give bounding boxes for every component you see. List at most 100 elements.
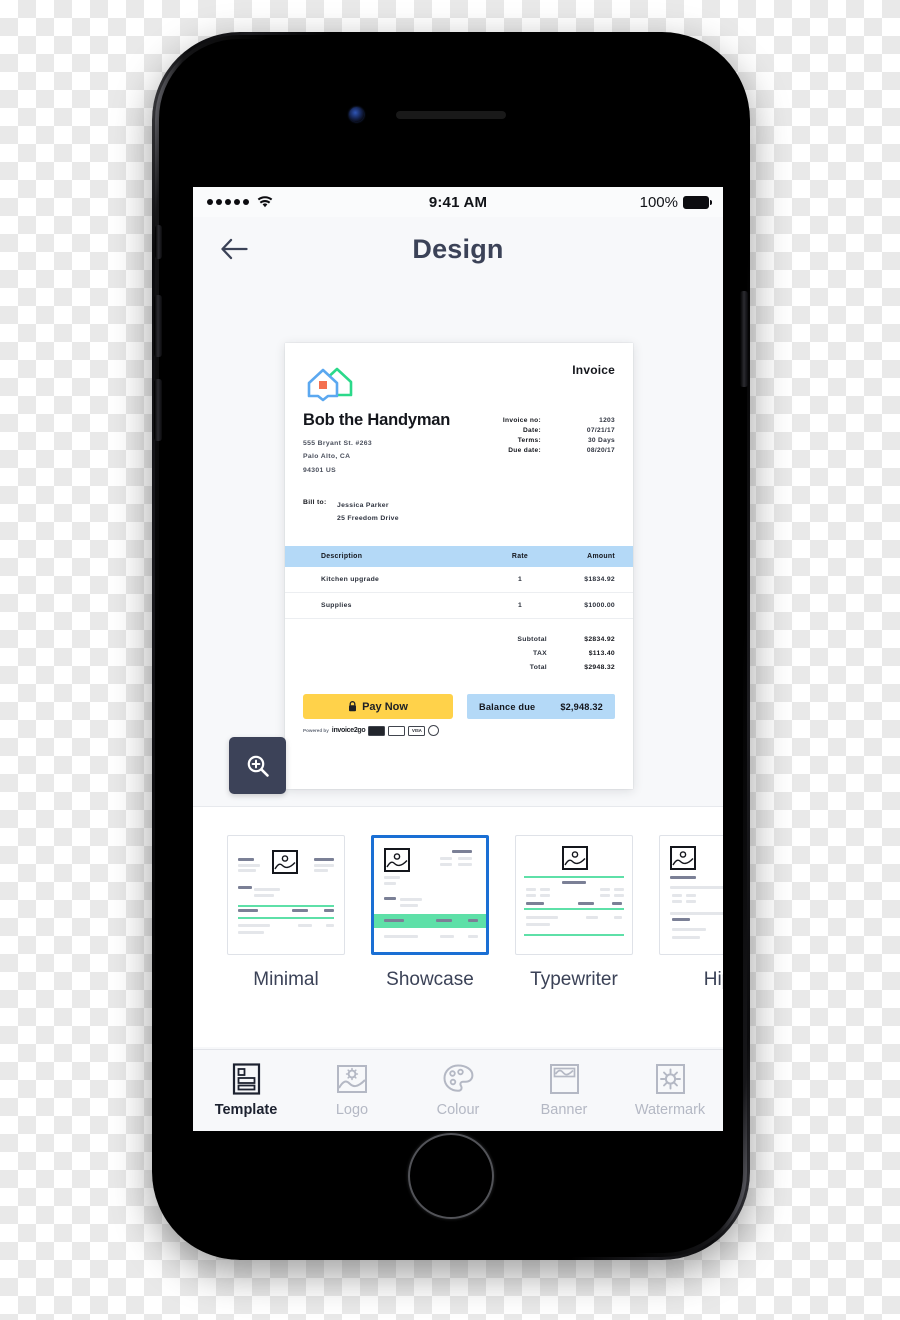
- tab-logo[interactable]: Logo: [299, 1063, 405, 1118]
- placeholder-line: [670, 876, 696, 879]
- screenshot-stage: 9:41 AM 100% Design Invoice Bob the Hand…: [0, 0, 900, 1320]
- placeholder-line: [324, 909, 334, 912]
- power-button[interactable]: [740, 291, 748, 387]
- totals-key: Total: [529, 663, 547, 671]
- status-bar: 9:41 AM 100%: [193, 187, 723, 217]
- placeholder-line: [672, 936, 700, 939]
- invoice-meta-row: Due date: 08/20/17: [503, 446, 615, 456]
- totals-value: $2948.32: [584, 663, 615, 671]
- placeholder-line: [400, 904, 418, 907]
- placeholder-line: [292, 909, 308, 912]
- placeholder-line: [612, 902, 622, 905]
- bill-to-name: Jessica Parker: [337, 501, 389, 509]
- invoice-preview-card[interactable]: Invoice Bob the Handyman 555 Bryant St. …: [285, 343, 633, 789]
- zoom-preview-button[interactable]: [229, 737, 286, 794]
- invoice-meta-row: Invoice no: 1203: [503, 415, 615, 425]
- invoice-meta-row: Date: 07/21/17: [503, 425, 615, 435]
- tab-label-template: Template: [214, 1102, 278, 1118]
- battery-percent: 100%: [639, 193, 678, 211]
- placeholder-line: [384, 876, 400, 879]
- accent-rule: [238, 917, 334, 919]
- volume-down-button[interactable]: [154, 379, 162, 441]
- totals-key: Subtotal: [517, 636, 547, 644]
- discover-card-icon: [388, 725, 406, 736]
- tab-watermark[interactable]: Watermark: [617, 1063, 723, 1118]
- placeholder-line: [672, 900, 682, 903]
- invoice-bill-to: Bill to: Jessica Parker 25 Freedom Drive: [303, 499, 615, 526]
- tab-banner[interactable]: Banner: [511, 1063, 617, 1118]
- template-item-minimal[interactable]: Minimal: [227, 835, 345, 1047]
- placeholder-line: [440, 863, 452, 866]
- template-thumbnail-minimal: [227, 835, 345, 955]
- invoice-payment-footer: Powered by invoice2go VISA: [285, 719, 633, 737]
- lock-icon: [349, 701, 357, 712]
- template-item-typewriter[interactable]: Typewriter: [515, 835, 633, 1047]
- placeholder-line: [526, 923, 550, 926]
- placeholder-line: [314, 869, 328, 872]
- placeholder-line: [440, 857, 452, 860]
- template-item-showcase[interactable]: Showcase: [371, 835, 489, 1047]
- balance-due-amount: $2,948.32: [560, 701, 603, 712]
- invoice-address-line-2: Palo Alto, CA: [303, 453, 351, 461]
- invoice-meta-row: Terms: 30 Days: [503, 435, 615, 445]
- balance-due-block: Balance due $2,948.32: [467, 694, 615, 720]
- placeholder-line: [452, 850, 472, 853]
- template-label-showcase: Showcase: [386, 969, 474, 990]
- placeholder-line: [400, 898, 422, 901]
- tab-template[interactable]: Template: [193, 1063, 299, 1118]
- totals-row: Total $2948.32: [517, 661, 633, 675]
- totals-value: $113.40: [588, 650, 615, 658]
- placeholder-line: [526, 916, 558, 919]
- column-header-rate: Rate: [481, 545, 559, 567]
- invoice-meta-value: 08/20/17: [586, 447, 615, 455]
- volume-up-button[interactable]: [154, 295, 162, 357]
- placeholder-line: [672, 918, 690, 921]
- totals-row: TAX $113.40: [517, 647, 633, 661]
- placeholder-line: [614, 888, 624, 891]
- placeholder-line: [238, 869, 256, 872]
- invoice2go-brand: invoice2go: [331, 727, 366, 735]
- placeholder-line: [238, 864, 260, 867]
- invoice-sender-block: Bob the Handyman 555 Bryant St. #263 Pal…: [303, 403, 450, 477]
- template-label-hip: Hip: [703, 969, 723, 990]
- phone-body: 9:41 AM 100% Design Invoice Bob the Hand…: [154, 39, 748, 1253]
- image-logo-icon: [337, 1065, 367, 1093]
- cell-description: Kitchen upgrade: [285, 566, 481, 593]
- cell-rate: 1: [481, 566, 559, 593]
- invoice-meta-key: Terms:: [517, 436, 541, 444]
- placeholder-line: [468, 935, 478, 938]
- placeholder-line: [686, 900, 696, 903]
- silent-switch[interactable]: [155, 225, 162, 259]
- placeholder-line: [670, 886, 723, 889]
- template-item-hip[interactable]: Hip: [659, 835, 723, 1047]
- invoice-address-line-1: 555 Bryant St. #263: [303, 440, 372, 447]
- placeholder-line: [238, 886, 252, 889]
- placeholder-line: [384, 897, 396, 900]
- table-header-row: Description Rate Amount: [285, 545, 633, 567]
- placeholder-line: [238, 931, 264, 934]
- placeholder-line: [686, 894, 696, 897]
- template-thumbnail-showcase: [371, 835, 489, 955]
- invoice-header: Invoice Bob the Handyman 555 Bryant St. …: [285, 343, 633, 526]
- tab-label-logo: Logo: [335, 1102, 369, 1118]
- pay-now-button[interactable]: Pay Now: [303, 694, 453, 720]
- placeholder-line: [540, 888, 550, 891]
- accent-rule: [238, 905, 334, 907]
- placeholder-line: [314, 858, 334, 861]
- placeholder-line: [238, 909, 258, 912]
- placeholder-line: [298, 924, 312, 927]
- image-placeholder-icon: [384, 848, 410, 872]
- visa-card-icon: VISA: [408, 725, 426, 736]
- home-button[interactable]: [408, 1133, 494, 1219]
- table-row: Kitchen upgrade 1 $1834.92: [285, 566, 633, 593]
- template-label-typewriter: Typewriter: [530, 969, 618, 990]
- placeholder-line: [238, 924, 270, 927]
- placeholder-line: [440, 935, 454, 938]
- invoice-meta-value: 07/21/17: [586, 426, 615, 434]
- invoice-meta-key: Due date:: [508, 447, 541, 455]
- template-carousel[interactable]: Minimal Showcase Typewriter Hi: [193, 807, 723, 1047]
- battery-icon: [683, 195, 712, 209]
- balance-due-label: Balance due: [479, 701, 536, 712]
- invoice-payment-row: Pay Now Balance due $2,948.32: [285, 694, 633, 720]
- tab-colour[interactable]: Colour: [405, 1063, 511, 1118]
